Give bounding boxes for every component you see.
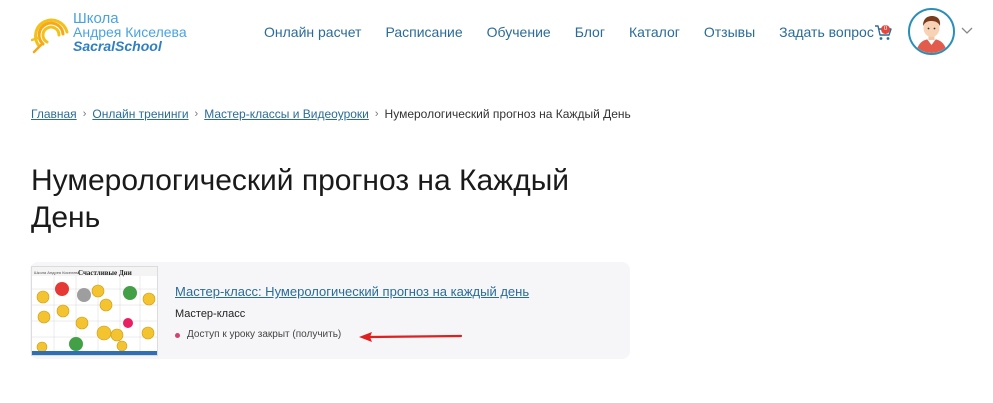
avatar-icon — [910, 10, 953, 53]
lesson-status-text[interactable]: Доступ к уроку закрыт (получить) — [187, 329, 341, 341]
logo[interactable]: Школа Андрея Киселева SacralSchool — [31, 10, 196, 56]
cart-count-badge: 0 — [881, 25, 890, 34]
breadcrumb-item-home[interactable]: Главная — [31, 107, 77, 121]
breadcrumb: Главная › Онлайн тренинги › Мастер-класс… — [31, 107, 631, 121]
breadcrumb-separator-icon: › — [194, 108, 199, 120]
lesson-title-link[interactable]: Мастер-класс: Нумерологический прогноз н… — [175, 284, 529, 300]
chevron-down-icon[interactable] — [960, 26, 974, 36]
breadcrumb-separator-icon: › — [374, 108, 379, 120]
lesson-card[interactable]: Школа Андрея Киселева Счастливые Дни Мас… — [30, 262, 630, 359]
nav-item-schedule[interactable]: Расписание — [385, 23, 462, 41]
site-header: Школа Андрея Киселева SacralSchool Онлай… — [0, 0, 993, 64]
red-arrow-icon — [359, 332, 463, 342]
lesson-type: Мастер-класс — [175, 308, 246, 320]
breadcrumb-item-masterclasses[interactable]: Мастер-классы и Видеоуроки — [204, 107, 369, 121]
thumb-title-text: Счастливые Дни — [78, 269, 132, 277]
nav-item-reviews[interactable]: Отзывы — [704, 23, 755, 41]
breadcrumb-current: Нумерологический прогноз на Каждый День — [384, 107, 631, 121]
nav-item-blog[interactable]: Блог — [575, 23, 605, 41]
nav-item-catalog[interactable]: Каталог — [629, 23, 680, 41]
nav-item-ask-question[interactable]: Задать вопрос — [779, 23, 874, 41]
logo-text-line3: SacralSchool — [73, 38, 162, 54]
user-avatar[interactable] — [908, 8, 955, 55]
lesson-access-status[interactable]: Доступ к уроку закрыт (получить) — [175, 329, 341, 341]
thumbnail-image: Школа Андрея Киселева Счастливые Дни — [32, 267, 157, 355]
page-title: Нумерологический прогноз на Каждый День — [31, 164, 570, 234]
main-nav: Онлайн расчет Расписание Обучение Блог К… — [264, 23, 898, 41]
status-dot-icon — [175, 332, 180, 338]
breadcrumb-separator-icon: › — [82, 108, 87, 120]
nav-item-online-calc[interactable]: Онлайн расчет — [264, 23, 361, 41]
breadcrumb-item-online-trainings[interactable]: Онлайн тренинги — [92, 107, 188, 121]
thumb-header-text: Школа Андрея Киселева — [34, 270, 81, 275]
nav-item-training[interactable]: Обучение — [487, 23, 551, 41]
lesson-thumbnail[interactable]: Школа Андрея Киселева Счастливые Дни — [31, 266, 158, 356]
sun-logo-icon — [31, 18, 69, 54]
